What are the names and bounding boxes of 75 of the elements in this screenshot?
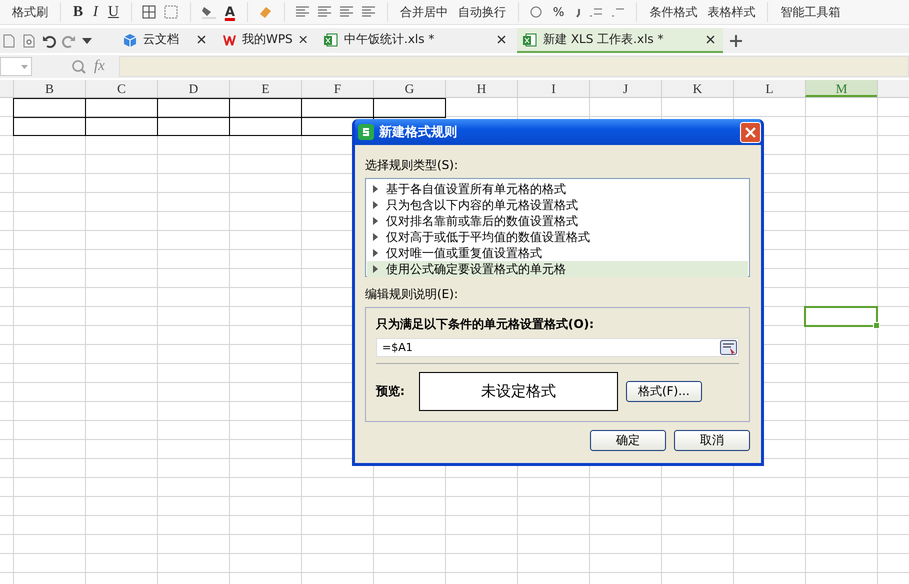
bordered-cell[interactable]: [301, 98, 374, 118]
column-header[interactable]: F: [301, 80, 373, 97]
column-header[interactable]: K: [661, 80, 733, 97]
wps-logo-icon: [223, 32, 236, 46]
column-header[interactable]: J: [589, 80, 661, 97]
align-icon[interactable]: [360, 5, 377, 19]
column-header[interactable]: D: [157, 80, 229, 97]
toolbar-button[interactable]: 合并居中: [398, 2, 450, 22]
rule-type-option[interactable]: 基于各自值设置所有单元格的格式: [367, 181, 748, 197]
bordered-cell[interactable]: [229, 98, 302, 118]
column-header[interactable]: B: [13, 80, 85, 97]
rule-type-option[interactable]: 使用公式确定要设置格式的单元格: [367, 261, 748, 277]
rule-type-option[interactable]: 仅对高于或低于平均值的数值设置格式: [367, 229, 748, 245]
bordered-cell[interactable]: [373, 98, 446, 118]
close-icon[interactable]: [706, 35, 715, 44]
rule-type-label: 选择规则类型(S):: [365, 157, 460, 174]
column-header[interactable]: H: [445, 80, 517, 97]
fill-color-icon[interactable]: [200, 5, 217, 19]
undo-icon[interactable]: [42, 34, 56, 48]
cancel-button[interactable]: 取消: [674, 430, 750, 451]
dropdown-icon: [21, 64, 28, 68]
preview-label: 预览:: [376, 383, 405, 400]
toolbar-button[interactable]: %: [550, 2, 566, 22]
spreadsheet-app-icon: [358, 124, 374, 140]
format-preview: 未设定格式: [418, 372, 618, 411]
bordered-cell[interactable]: [13, 98, 86, 118]
toolbar-button[interactable]: B: [71, 2, 86, 22]
toolbar-button[interactable]: 格式刷: [10, 2, 50, 22]
dialog-title: 新建格式规则: [379, 124, 458, 141]
toolbar-button[interactable]: I: [91, 2, 100, 22]
document-tab[interactable]: 中午饭统计.xls *: [318, 28, 514, 53]
align-icon[interactable]: [316, 5, 333, 19]
close-icon[interactable]: [497, 35, 506, 44]
align-icon[interactable]: [294, 5, 311, 19]
ok-button[interactable]: 确定: [590, 430, 666, 451]
column-header[interactable]: E: [229, 80, 301, 97]
rule-type-option[interactable]: 仅对唯一值或重复值设置格式: [367, 245, 748, 261]
toolbar-button[interactable]: U: [106, 2, 121, 22]
column-header[interactable]: M: [805, 80, 877, 97]
column-header[interactable]: G: [373, 80, 445, 97]
borders-icon[interactable]: [142, 5, 158, 19]
column-header[interactable]: I: [517, 80, 589, 97]
condition-label: 只为满足以下条件的单元格设置格式(O):: [376, 316, 595, 333]
format-button[interactable]: 格式(F)...: [626, 381, 702, 402]
bordered-cell[interactable]: [85, 98, 158, 118]
edit-rule-label: 编辑规则说明(E):: [365, 286, 459, 303]
bordered-cell[interactable]: [157, 98, 230, 118]
preview-icon[interactable]: [22, 34, 36, 48]
toolbar-button[interactable]: 自动换行: [456, 2, 508, 22]
spreadsheet-icon: [523, 32, 537, 46]
dropdown-icon[interactable]: [82, 38, 92, 44]
range-picker-icon[interactable]: [720, 340, 737, 355]
selected-cell[interactable]: [804, 306, 878, 327]
formula-field[interactable]: =$A1: [376, 338, 739, 357]
document-tab[interactable]: 我的WPS: [217, 28, 315, 53]
close-icon[interactable]: [298, 35, 307, 44]
rule-type-option[interactable]: 仅对排名靠前或靠后的数值设置格式: [367, 213, 748, 229]
rule-type-option[interactable]: 只为包含以下内容的单元格设置格式: [367, 197, 748, 213]
spreadsheet-icon: [324, 32, 338, 46]
close-icon[interactable]: [197, 35, 206, 44]
formula-input[interactable]: [118, 56, 909, 77]
align-icon[interactable]: [338, 5, 355, 19]
close-icon: [745, 126, 756, 138]
toolbar-button[interactable]: 智能工具箱: [778, 2, 842, 22]
document-tab[interactable]: 新建 XLS 工作表.xls *: [517, 28, 723, 53]
new-tab-icon[interactable]: [730, 34, 742, 46]
cloud-docs-icon: [123, 32, 137, 46]
bordered-cell[interactable]: [13, 117, 86, 136]
document-tab[interactable]: 云文档: [117, 28, 214, 53]
toolbar-button[interactable]: 条件格式: [647, 2, 700, 22]
font-color-button[interactable]: A: [222, 2, 237, 22]
toolbar-button[interactable]: 表格样式: [705, 2, 758, 22]
column-header[interactable]: C: [85, 80, 157, 97]
close-button[interactable]: [740, 122, 761, 142]
print-preview-icon[interactable]: [2, 34, 16, 48]
